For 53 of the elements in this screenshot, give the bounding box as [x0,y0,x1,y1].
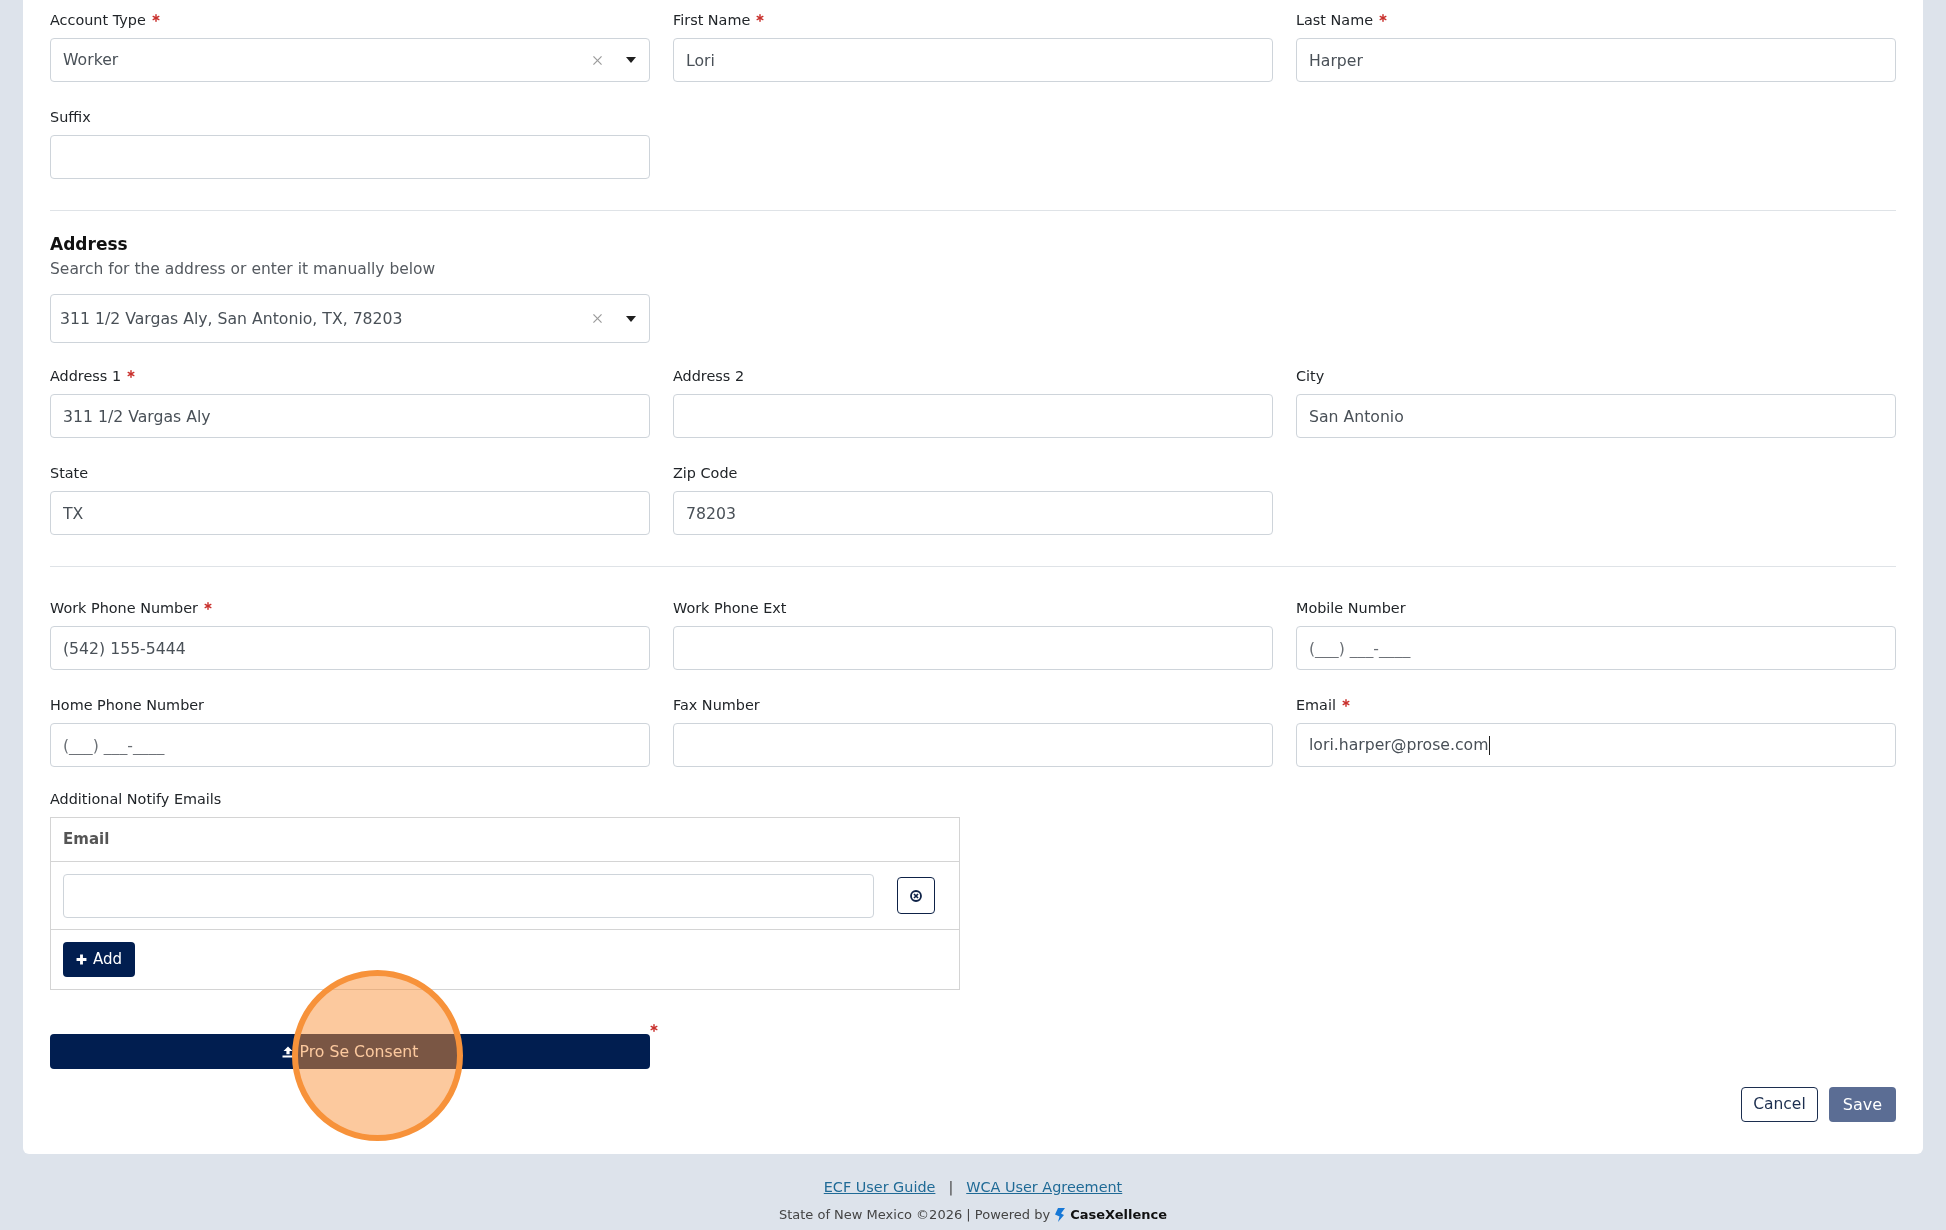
field-label: Work Phone Ext [673,599,787,618]
clear-icon[interactable] [593,314,602,323]
input-field[interactable]: TX [50,491,650,535]
input-field[interactable]: Lori [673,38,1273,82]
plus-icon [76,954,87,965]
footer-link[interactable]: WCA User Agreement [966,1177,1123,1199]
field-label: Additional Notify Emails [50,790,222,809]
input-field[interactable] [63,873,874,918]
upload-icon [281,1045,294,1058]
caret-down-icon[interactable] [626,315,636,322]
field-label: Account Type [50,11,146,30]
input-field[interactable]: (___) ___-____ [1296,626,1896,670]
lightning-bolt-icon [1055,1208,1066,1222]
input-field[interactable]: lori.harper@prose.com [1296,723,1896,767]
field-label: Email [1296,696,1336,715]
input-field[interactable]: (___) ___-____ [50,723,650,767]
add-button[interactable]: Add [63,942,136,977]
input-field[interactable]: 78203 [673,491,1273,535]
field-label: Zip Code [673,464,738,483]
input-field[interactable] [50,135,650,179]
remove-button[interactable] [897,877,935,914]
input-field[interactable]: San Antonio [1296,394,1896,438]
copyright-text: State of New Mexico ©2026 | Powered by [778,1206,1051,1225]
section-hint: Search for the address or enter it manually below [50,259,436,279]
field-label: Suffix [50,108,91,127]
field-label: City [1296,367,1325,386]
link-separator: | [948,1178,954,1198]
upload-button[interactable]: Pro Se Consent [50,1034,650,1069]
select-field[interactable]: 311 1/2 Vargas Aly, San Antonio, TX, 78203 [50,294,650,343]
input-field[interactable] [673,394,1273,438]
field-label: Home Phone Number [50,696,205,715]
select-field[interactable]: Worker [50,38,650,82]
input-field[interactable]: Harper [1296,38,1896,82]
input-field[interactable]: 311 1/2 Vargas Aly [50,394,650,438]
field-label: Last Name [1296,11,1373,30]
input-field[interactable] [673,626,1273,670]
field-label: Address 2 [673,367,745,386]
field-label: First Name [673,11,751,30]
circle-x-icon [910,889,922,902]
column-header: Email [63,829,110,851]
input-field[interactable]: (542) 155-5444 [50,626,650,670]
field-label: State [50,464,89,483]
field-label: Address 1 [50,367,122,386]
footer-link[interactable]: ECF User Guide [823,1177,936,1199]
cancel-button[interactable]: Cancel [1741,1087,1818,1122]
brand-name: CaseXellence [1070,1206,1168,1225]
caret-down-icon[interactable] [626,57,636,63]
field-label: Work Phone Number [50,599,198,618]
field-label: Mobile Number [1296,599,1406,618]
clear-icon[interactable] [593,55,602,65]
field-label: Fax Number [673,696,760,715]
input-field[interactable] [673,723,1273,767]
section-heading: Address [50,233,128,256]
